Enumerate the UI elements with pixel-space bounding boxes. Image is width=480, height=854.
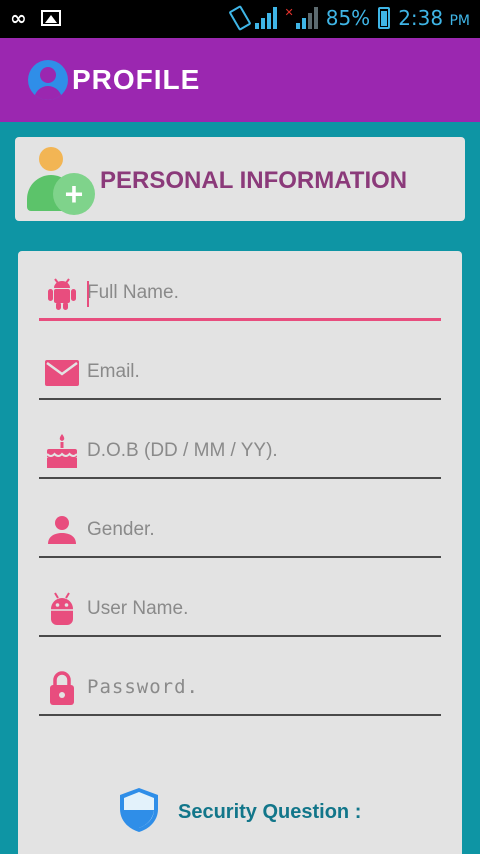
android-icon — [48, 278, 76, 310]
battery-percent: 85% — [325, 6, 371, 30]
security-question-label: Security Question : — [178, 801, 362, 823]
shield-icon — [120, 788, 158, 832]
signal-icon — [254, 7, 277, 29]
clock: 2:38 PM — [398, 6, 470, 30]
page-title: PROFILE — [72, 64, 201, 95]
gender-field — [39, 494, 441, 558]
signal-weak-icon — [295, 7, 318, 29]
person-icon — [48, 516, 76, 544]
clock-suffix: PM — [449, 13, 470, 29]
lock-icon — [50, 671, 74, 705]
dob-input[interactable] — [87, 435, 437, 467]
user-name-input[interactable] — [87, 593, 437, 625]
field-underline — [39, 398, 441, 400]
password-field — [39, 652, 441, 716]
email-field — [39, 336, 441, 400]
user-name-field — [39, 573, 441, 637]
mail-icon — [45, 360, 79, 386]
full-name-input[interactable] — [87, 277, 437, 309]
field-underline — [39, 318, 441, 321]
no-data-icon: ✕ — [284, 7, 294, 19]
vibrate-icon — [227, 4, 252, 32]
status-bar: ∞ ✕ 85% 2:38 PM — [0, 0, 480, 38]
field-underline — [39, 477, 441, 479]
text-cursor — [87, 281, 89, 307]
security-question[interactable]: Security Question : — [118, 787, 418, 833]
dob-field — [39, 415, 441, 479]
email-input[interactable] — [87, 356, 437, 388]
image-icon — [40, 10, 61, 26]
add-user-icon: + — [25, 145, 97, 215]
field-underline — [39, 714, 441, 716]
account-circle-icon — [28, 60, 68, 100]
gender-input[interactable] — [87, 514, 437, 546]
battery-icon — [378, 7, 391, 29]
cake-icon — [46, 434, 78, 468]
infinity-icon: ∞ — [10, 6, 27, 30]
password-input[interactable] — [87, 672, 437, 704]
android-head-icon — [51, 592, 73, 625]
field-underline — [39, 635, 441, 637]
personal-info-header: + PERSONAL INFORMATION — [15, 137, 465, 221]
field-underline — [39, 556, 441, 558]
profile-form: Security Question : — [18, 251, 462, 854]
clock-time: 2:38 — [398, 6, 444, 30]
section-title: PERSONAL INFORMATION — [100, 167, 408, 194]
full-name-field — [39, 257, 441, 321]
app-bar: PROFILE — [0, 38, 480, 122]
